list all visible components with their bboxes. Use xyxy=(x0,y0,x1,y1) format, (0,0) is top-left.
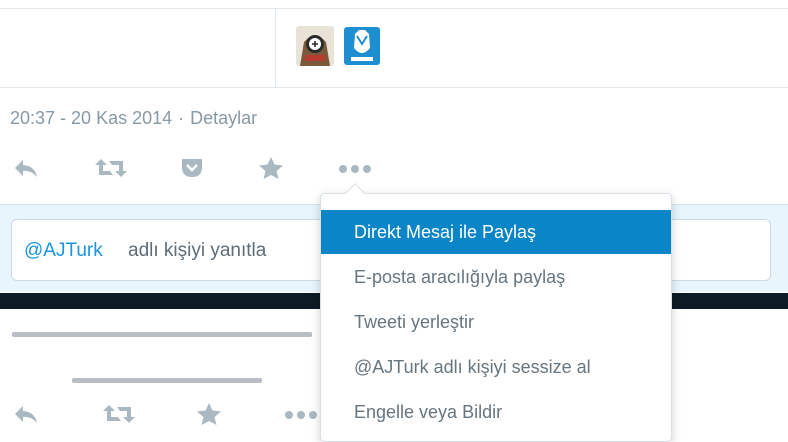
menu-item-share-dm[interactable]: Direkt Mesaj ile Paylaş xyxy=(321,210,671,254)
reply-mention: @AJTurk xyxy=(24,240,103,261)
divider xyxy=(0,8,788,9)
obscured-tweet-text xyxy=(12,326,342,386)
reply-icon xyxy=(13,403,39,430)
favorite-button[interactable] xyxy=(256,152,286,188)
star-icon xyxy=(258,156,284,185)
retweet-icon xyxy=(102,403,136,430)
user-avatar-blue[interactable] xyxy=(343,26,381,66)
tweet-timestamp: 20:37 - 20 Kas 2014 · Detaylar xyxy=(10,108,257,129)
obscured-line xyxy=(72,378,262,383)
divider xyxy=(275,8,276,88)
pocket-button[interactable] xyxy=(178,152,206,188)
details-link[interactable]: Detaylar xyxy=(190,108,257,128)
more-actions-dropdown: Direkt Mesaj ile Paylaş E-posta aracılığ… xyxy=(320,183,672,442)
more-dots-icon xyxy=(284,407,318,425)
reply-button[interactable] xyxy=(10,398,42,434)
tweet-action-bar xyxy=(0,152,420,188)
retweet-button[interactable] xyxy=(100,398,138,434)
menu-item-mute-user[interactable]: @AJTurk adlı kişiyi sessize al xyxy=(321,345,671,389)
retweet-button[interactable] xyxy=(92,152,130,188)
more-button[interactable] xyxy=(282,398,320,434)
user-avatar-besiktas[interactable] xyxy=(296,26,334,66)
obscured-line xyxy=(12,332,312,337)
menu-item-embed-tweet[interactable]: Tweeti yerleştir xyxy=(321,300,671,344)
timestamp-text: 20:37 - 20 Kas 2014 xyxy=(10,108,173,128)
menu-item-share-email[interactable]: E-posta aracılığıyla paylaş xyxy=(321,255,671,299)
star-icon xyxy=(196,402,222,431)
timestamp-separator: · xyxy=(178,108,185,128)
more-dots-icon xyxy=(338,161,372,179)
retweet-icon xyxy=(94,157,128,184)
menu-item-block-report[interactable]: Engelle veya Bildir xyxy=(321,390,671,434)
favorite-button[interactable] xyxy=(194,398,224,434)
reply-placeholder: adlı kişiyi yanıtla xyxy=(128,240,267,261)
reply-icon xyxy=(13,157,39,184)
tweet-media-area xyxy=(0,0,788,88)
pocket-icon xyxy=(180,157,204,184)
divider xyxy=(0,87,788,88)
reply-button[interactable] xyxy=(10,152,42,188)
